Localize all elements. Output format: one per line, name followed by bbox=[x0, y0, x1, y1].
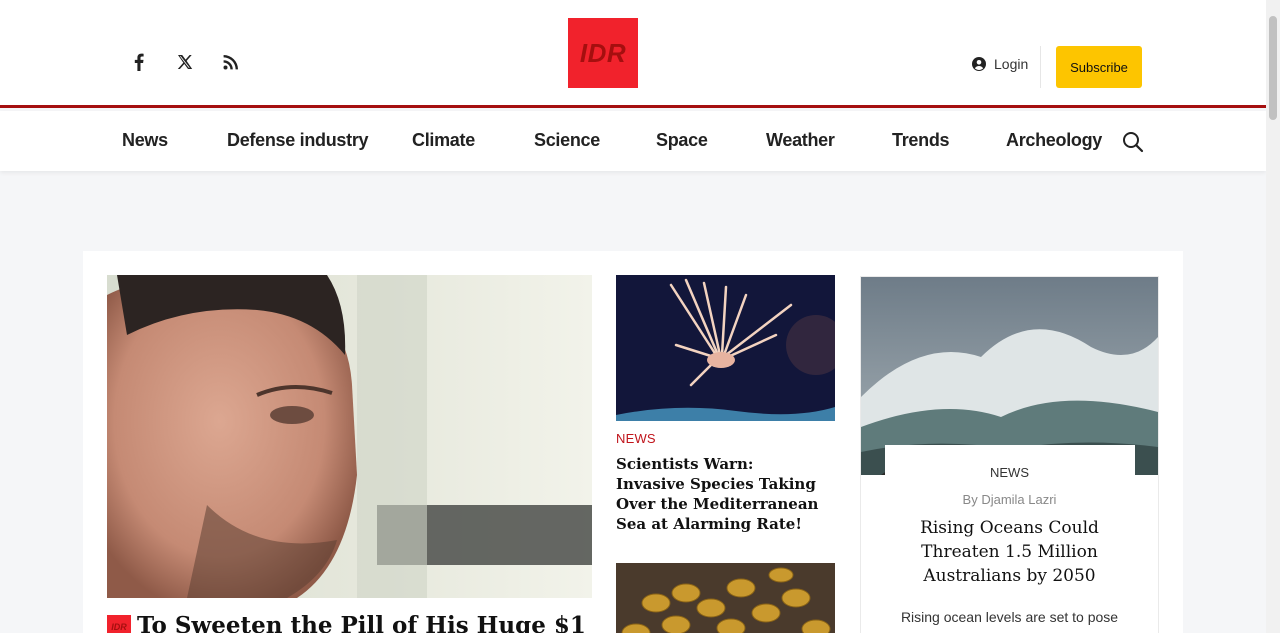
nav-item-defense-industry[interactable]: Defense industry bbox=[227, 130, 369, 151]
social-links bbox=[129, 50, 241, 74]
nav-item-space[interactable]: Space bbox=[656, 130, 708, 151]
hero-article-title[interactable]: To Sweeten the Pill of His Huge $1 bbox=[137, 611, 586, 633]
page-scrollbar[interactable] bbox=[1266, 0, 1280, 633]
rising-oceans-card[interactable]: NEWS By Djamila Lazri Rising Oceans Coul… bbox=[860, 276, 1159, 633]
invasive-species-image[interactable] bbox=[616, 275, 835, 421]
login-label: Login bbox=[994, 56, 1029, 72]
nav-item-climate[interactable]: Climate bbox=[412, 130, 475, 151]
hero-article-heading[interactable]: IDR To Sweeten the Pill of His Huge $1 bbox=[107, 611, 592, 633]
right-article-category[interactable]: NEWS bbox=[861, 465, 1158, 480]
nav-item-trends[interactable]: Trends bbox=[892, 130, 950, 151]
site-logo[interactable]: IDR bbox=[568, 18, 638, 88]
site-header: IDR Login Subscribe bbox=[0, 0, 1266, 108]
user-icon bbox=[972, 57, 986, 71]
hero-badge: IDR bbox=[107, 615, 131, 633]
search-icon[interactable] bbox=[1122, 131, 1146, 155]
nav-item-archeology[interactable]: Archeology bbox=[1006, 130, 1102, 151]
login-button[interactable]: Login bbox=[972, 56, 1028, 72]
nav-item-news[interactable]: News bbox=[122, 130, 168, 151]
middle-article-title[interactable]: Scientists Warn: Invasive Species Taking… bbox=[616, 454, 826, 534]
right-article-author[interactable]: By Djamila Lazri bbox=[861, 492, 1158, 507]
nav-item-weather[interactable]: Weather bbox=[766, 130, 835, 151]
facebook-icon[interactable] bbox=[129, 50, 149, 74]
nav-item-science[interactable]: Science bbox=[534, 130, 600, 151]
logo-text: IDR bbox=[579, 37, 627, 68]
right-article-excerpt: Rising ocean levels are set to pose bbox=[900, 609, 1119, 625]
gold-coins-image[interactable] bbox=[616, 563, 835, 633]
hero-article-image[interactable] bbox=[107, 275, 592, 598]
scrollbar-thumb[interactable] bbox=[1269, 16, 1277, 120]
right-article-title[interactable]: Rising Oceans Could Threaten 1.5 Million… bbox=[881, 516, 1138, 588]
main-nav: News Defense industry Climate Science Sp… bbox=[0, 111, 1266, 171]
middle-article-category[interactable]: NEWS bbox=[616, 431, 656, 446]
featured-articles: IDR To Sweeten the Pill of His Huge $1 N… bbox=[83, 251, 1183, 633]
page: IDR Login Subscribe News Defense industr… bbox=[0, 0, 1280, 633]
subscribe-button[interactable]: Subscribe bbox=[1056, 46, 1142, 88]
x-icon[interactable] bbox=[175, 50, 195, 74]
rss-icon[interactable] bbox=[221, 50, 241, 74]
header-divider bbox=[1040, 46, 1041, 88]
